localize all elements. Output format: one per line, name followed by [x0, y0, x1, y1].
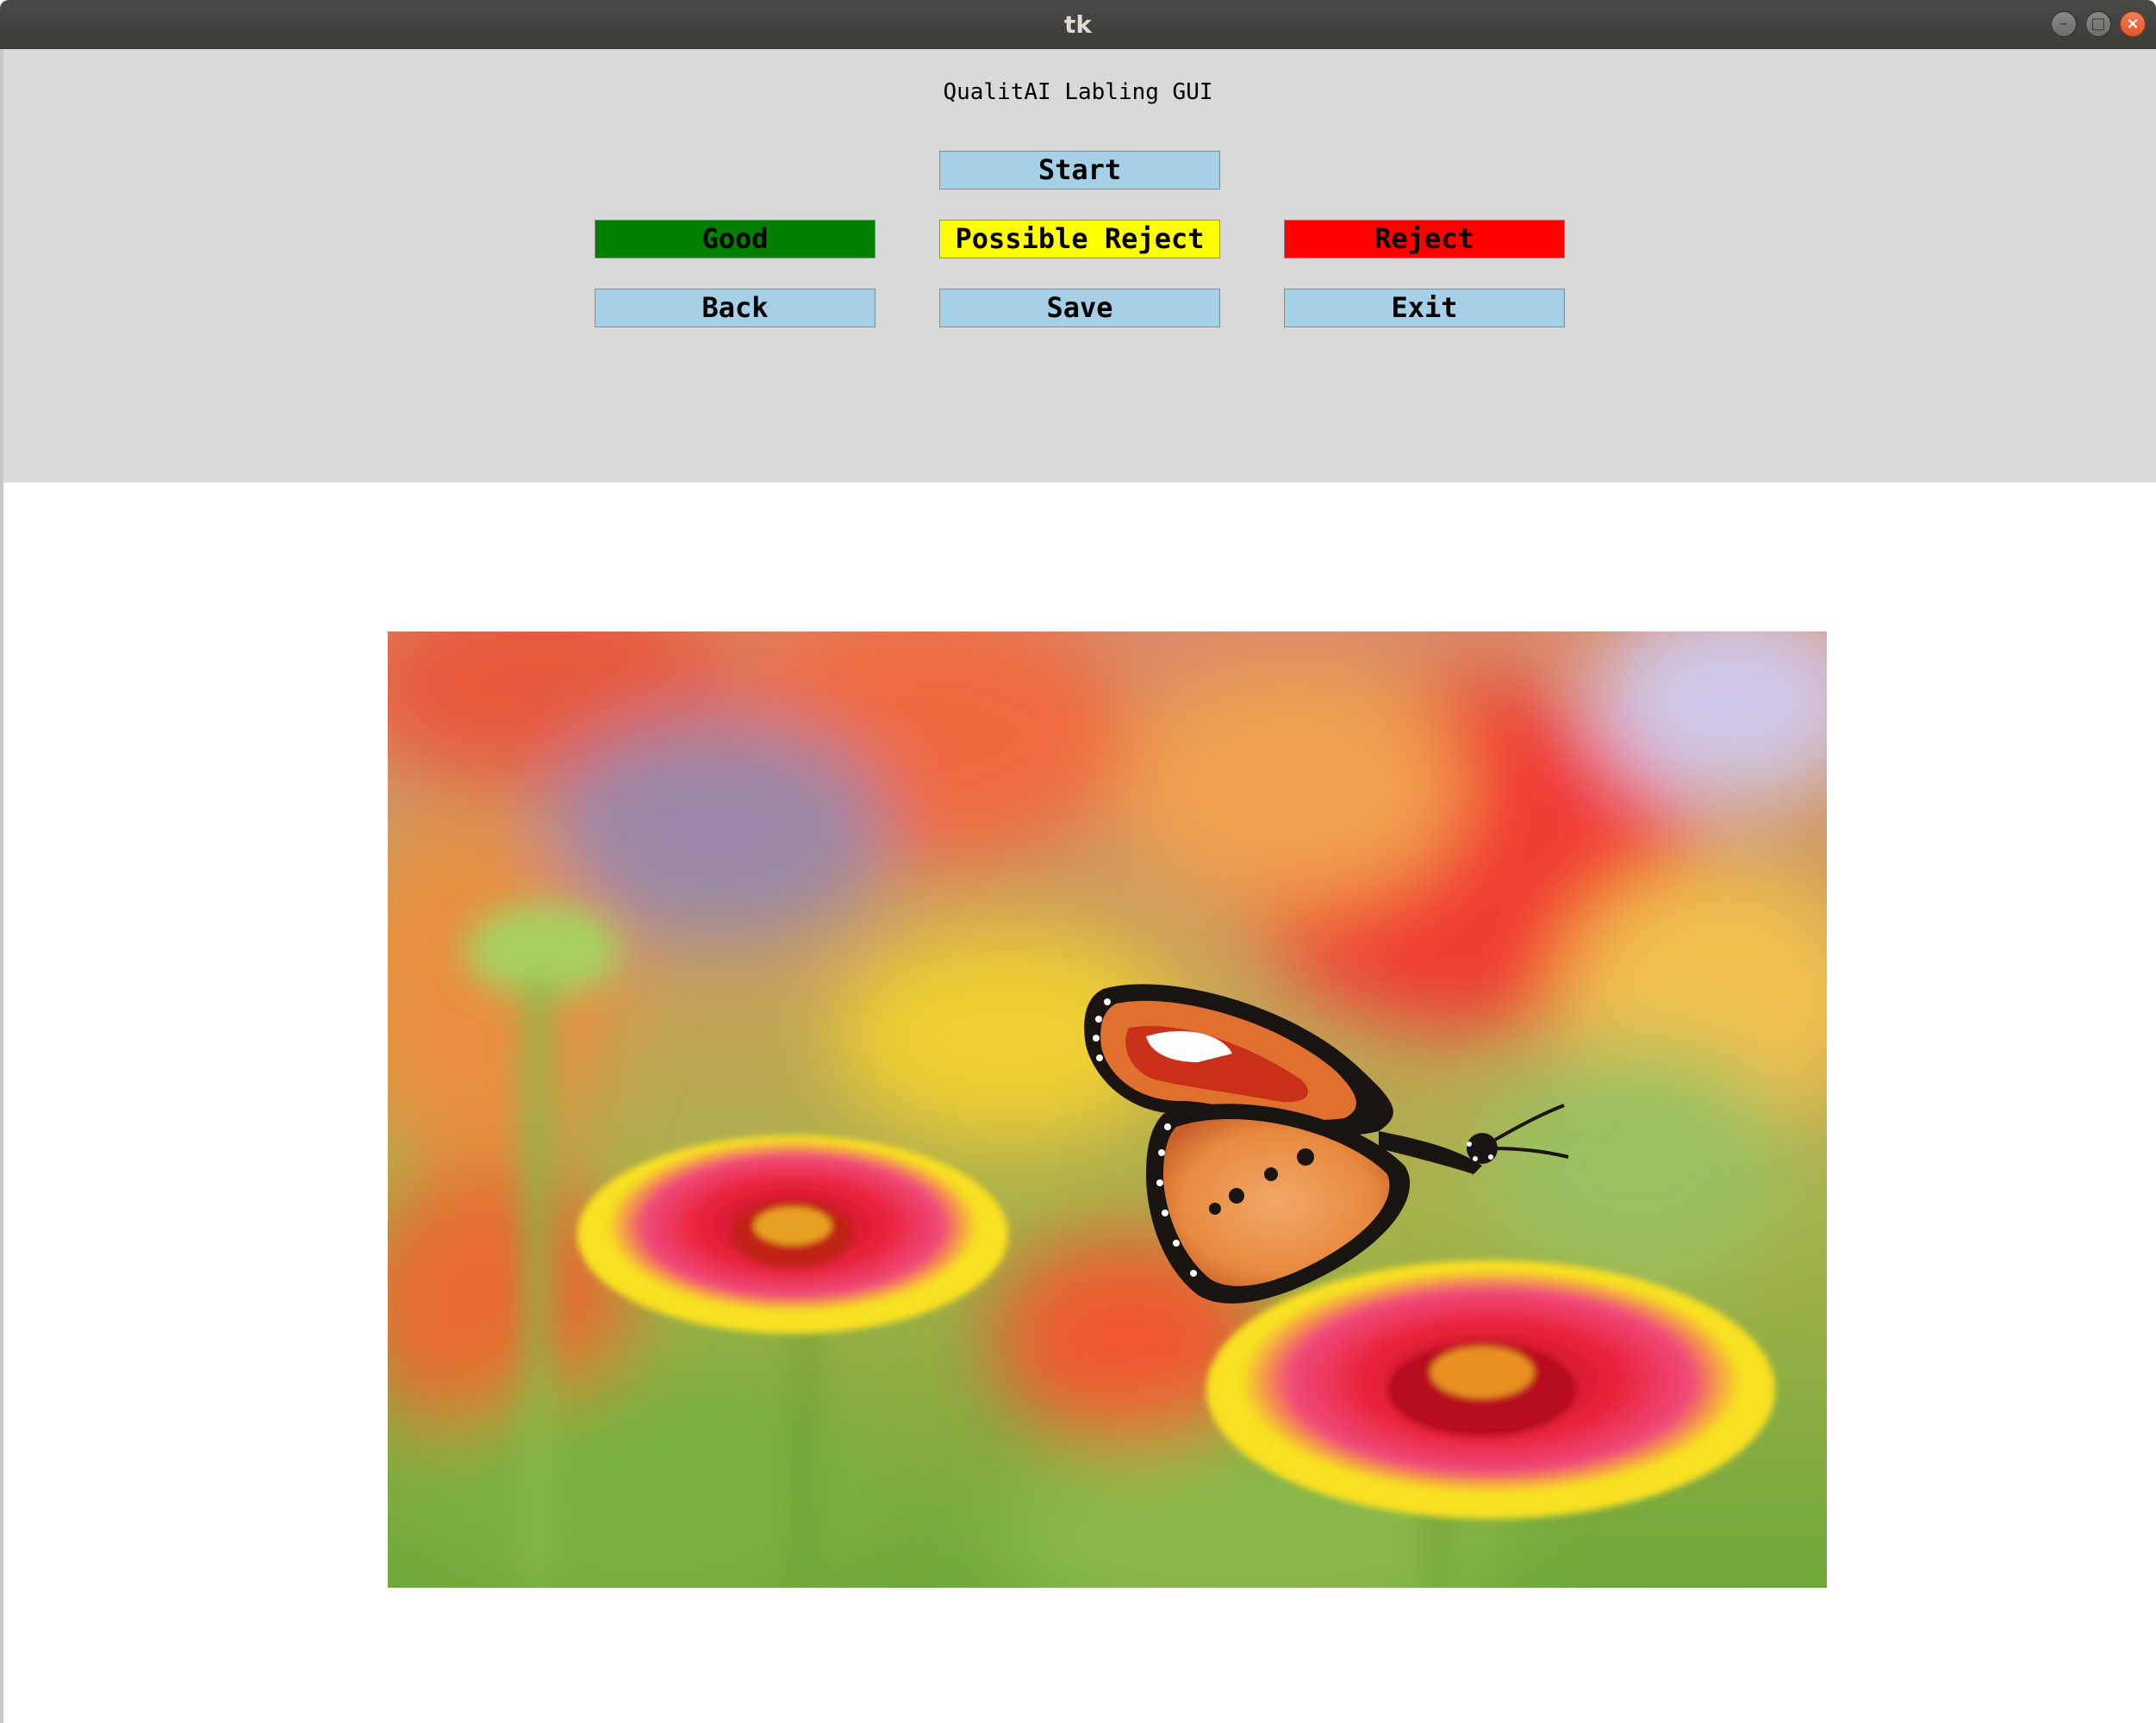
- app-window: tk – □ × QualitAI Labling GUI Start Good…: [0, 0, 2156, 1723]
- close-icon: ×: [2126, 15, 2140, 33]
- maximize-button[interactable]: □: [2085, 11, 2111, 37]
- save-button[interactable]: Save: [939, 289, 1220, 327]
- window-title: tk: [1063, 10, 1092, 39]
- reject-button[interactable]: Reject: [1284, 220, 1565, 258]
- start-button[interactable]: Start: [939, 151, 1220, 190]
- control-panel: [3, 49, 2156, 482]
- exit-button[interactable]: Exit: [1284, 289, 1565, 327]
- page-title: QualitAI Labling GUI: [943, 79, 1213, 105]
- maximize-icon: □: [2091, 15, 2106, 33]
- title-bar[interactable]: tk – □ ×: [0, 0, 2156, 49]
- good-button[interactable]: Good: [595, 220, 875, 258]
- back-button[interactable]: Back: [595, 289, 875, 327]
- possible-reject-button[interactable]: Possible Reject: [939, 220, 1220, 258]
- image-to-label: [388, 631, 1827, 1588]
- minimize-icon: –: [2059, 15, 2068, 33]
- butterfly-flower-photo: [388, 631, 1827, 1588]
- minimize-button[interactable]: –: [2051, 11, 2077, 37]
- close-button[interactable]: ×: [2120, 11, 2146, 37]
